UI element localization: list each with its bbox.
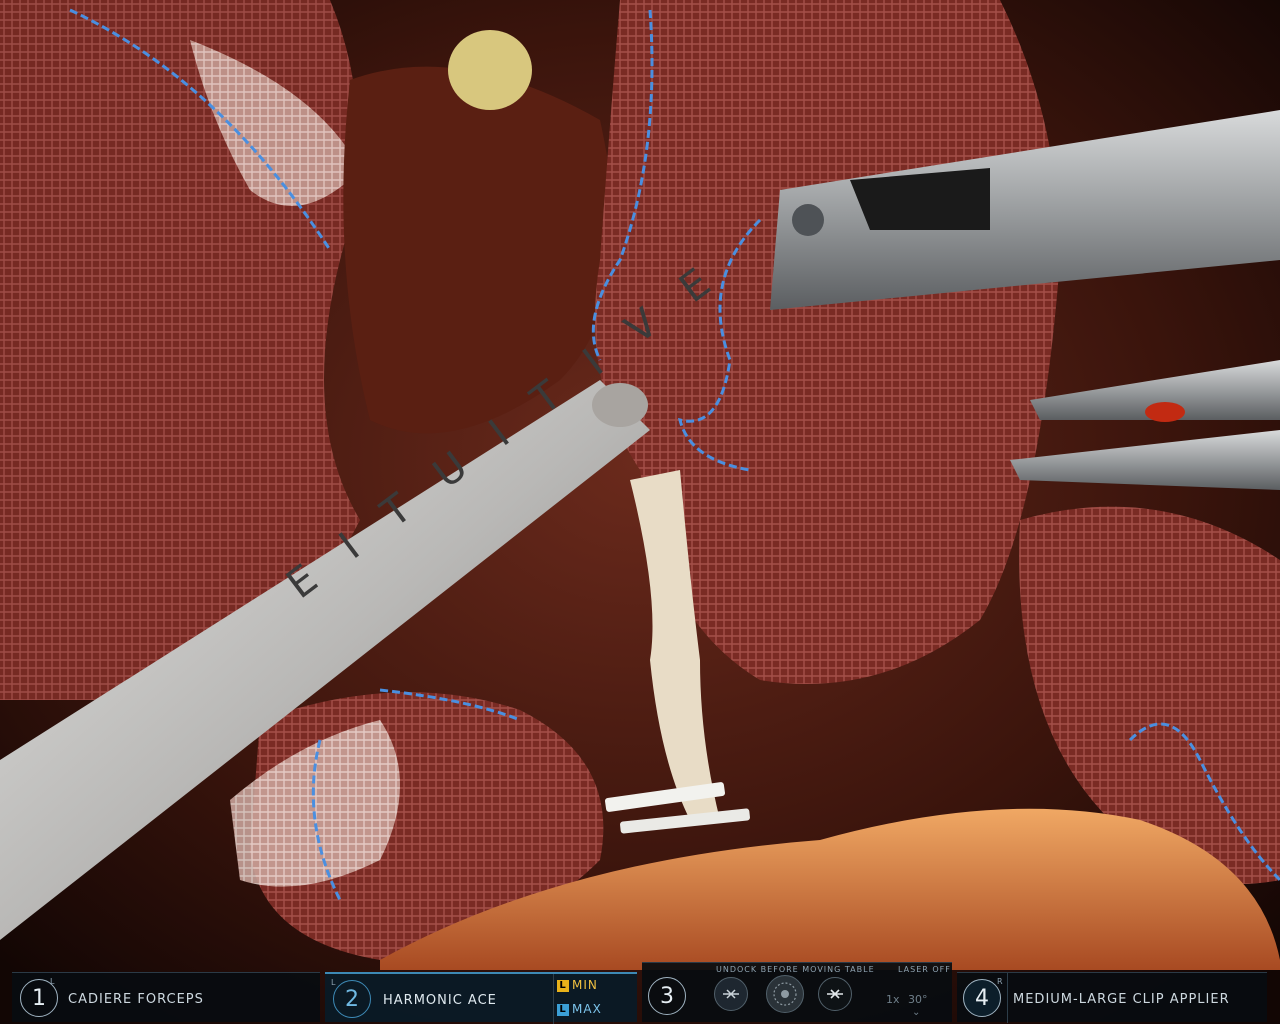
arm-2-energy-divider [553, 974, 554, 1024]
arm-4-corner-indicator: R [997, 977, 1003, 986]
arm-4-tool-name: MEDIUM-LARGE CLIP APPLIER [1013, 992, 1230, 1007]
energy-max-indicator[interactable]: L MAX [557, 1002, 602, 1016]
max-badge: L [557, 1003, 569, 1016]
instrument-status-bar: 1 L CADIERE FORCEPS L 2 HARMONIC ACE L MI… [0, 962, 1280, 1024]
arm-2-panel[interactable]: L 2 HARMONIC ACE L MIN L MAX [325, 972, 637, 1024]
scope-angle: 30° [908, 993, 928, 1006]
arm-4-number: 4 [963, 979, 1001, 1017]
arm-2-tool-name: HARMONIC ACE [383, 993, 497, 1008]
chevron-down-icon[interactable]: ⌄ [912, 1007, 920, 1018]
arm-4-panel[interactable]: 4 R MEDIUM-LARGE CLIP APPLIER [957, 972, 1267, 1023]
min-badge: L [557, 979, 569, 992]
zoom-level: 1x [886, 993, 900, 1006]
energy-min-indicator[interactable]: L MIN [557, 978, 598, 992]
arm-1-panel[interactable]: 1 L CADIERE FORCEPS [12, 972, 320, 1022]
arm-1-tool-name: CADIERE FORCEPS [68, 992, 204, 1007]
arm-4-divider [1007, 973, 1008, 1023]
arm-2-number: 2 [333, 980, 371, 1018]
arm-3-number: 3 [648, 977, 686, 1015]
endoscope-view: E I T U I T I V E [0, 0, 1280, 1024]
laser-status: LASER OFF [898, 965, 951, 974]
energy-max-label: MAX [572, 1002, 602, 1016]
arm-1-corner-indicator: L [50, 977, 55, 986]
camera-control-icon[interactable] [818, 977, 852, 1011]
arm-3-panel[interactable]: 3 UNDOCK BEFORE MOVING TABLE LASER OFF 1… [642, 962, 952, 1022]
undock-warning: UNDOCK BEFORE MOVING TABLE [716, 965, 875, 974]
undock-arm-icon[interactable] [714, 977, 748, 1011]
energy-min-label: MIN [572, 978, 598, 992]
arm-2-corner-indicator: L [331, 978, 336, 987]
camera-head-icon[interactable] [766, 975, 804, 1013]
